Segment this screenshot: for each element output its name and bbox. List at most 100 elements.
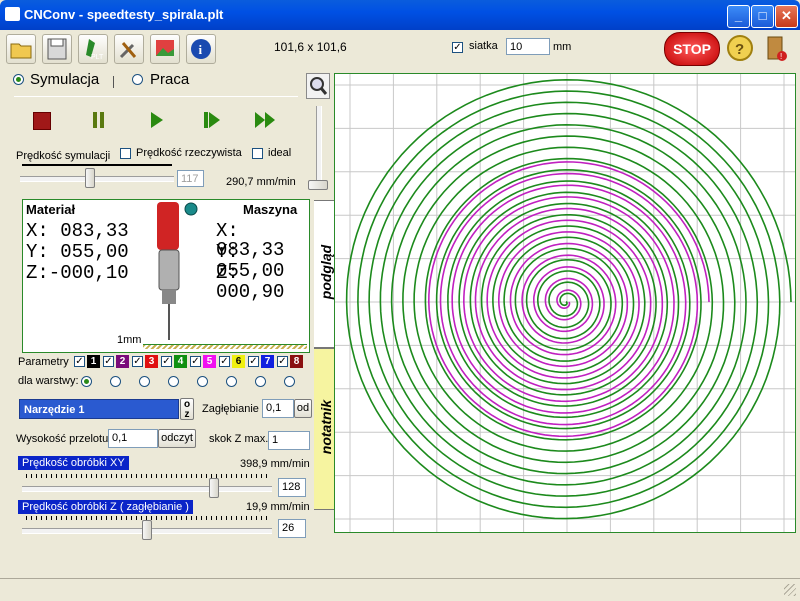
layer-1-color[interactable]: 1 [87, 355, 100, 368]
layer-4-radio[interactable] [168, 376, 179, 387]
layer-3-checkbox[interactable]: ✓ [132, 356, 143, 367]
layer-8-color[interactable]: 8 [290, 355, 303, 368]
stop-sim-button[interactable] [33, 112, 51, 130]
title-bar: CNConv - speedtesty_spirala.plt _ □ ✕ [0, 0, 800, 30]
feed-z-thumb[interactable] [142, 520, 152, 540]
tab-preview-label: podgląd [318, 244, 334, 300]
close-button[interactable]: ✕ [775, 5, 798, 28]
work-label[interactable]: Praca [150, 71, 189, 88]
layer-3-radio[interactable] [139, 376, 150, 387]
maximize-button[interactable]: □ [751, 5, 774, 28]
height-input[interactable]: 0,1 [108, 429, 158, 448]
info-icon[interactable]: i [186, 34, 216, 64]
tab-notes[interactable]: notatnik [314, 348, 335, 510]
tools-icon[interactable] [114, 34, 144, 64]
layer-2-radio[interactable] [110, 376, 121, 387]
sim-speed-thumb[interactable] [85, 168, 95, 188]
play-button[interactable] [150, 112, 164, 128]
feed-z-label: Prędkość obróbki Z ( zagłębianie ) [18, 500, 193, 514]
depth-label: Zagłębianie [202, 403, 259, 415]
depth-od-button[interactable]: od [294, 399, 312, 418]
tool-name: Narzędzie 1 [24, 404, 85, 416]
zoom-button[interactable] [306, 73, 330, 99]
layer-6-checkbox[interactable]: ✓ [219, 356, 230, 367]
layer-6-radio[interactable] [226, 376, 237, 387]
simulation-radio[interactable] [13, 74, 24, 85]
ideal-checkbox[interactable] [252, 148, 263, 159]
layer-6-color[interactable]: 6 [232, 355, 245, 368]
layer-8-radio[interactable] [284, 376, 295, 387]
svg-text:i: i [199, 42, 203, 57]
feed-z-value: 26 [278, 519, 306, 538]
fast-forward-button[interactable] [254, 112, 276, 128]
zoom-slider[interactable] [308, 104, 328, 190]
ideal-label: ideal [268, 147, 292, 159]
layer-7-checkbox[interactable]: ✓ [248, 356, 259, 367]
feed-z-slider[interactable] [22, 514, 272, 540]
depth-input[interactable]: 0,1 [262, 399, 294, 418]
pause-bar-left [93, 112, 97, 128]
layer-5-radio[interactable] [197, 376, 208, 387]
layer-5-color[interactable]: 5 [203, 355, 216, 368]
zoom-thumb[interactable] [308, 180, 328, 190]
material-y: Y: 055,00 [26, 241, 129, 263]
height-read-button[interactable]: odczyt [158, 429, 196, 448]
tab-preview[interactable]: podgląd [314, 200, 335, 348]
skok-input[interactable]: 1 [268, 431, 310, 450]
height-label: Wysokość przelotu [16, 433, 109, 445]
save-icon[interactable] [42, 34, 72, 64]
feed-xy-value: 128 [278, 478, 306, 497]
svg-text:!: ! [780, 52, 782, 61]
sim-speed-slider[interactable] [20, 164, 174, 188]
work-radio[interactable] [132, 74, 143, 85]
preview-canvas[interactable] [334, 73, 796, 533]
layer-8-checkbox[interactable]: ✓ [277, 356, 288, 367]
feed-xy-thumb[interactable] [209, 478, 219, 498]
help-icon[interactable]: ? [726, 34, 754, 62]
pause-button[interactable] [92, 112, 106, 128]
layer-7-radio[interactable] [255, 376, 266, 387]
sim-speed-track [20, 176, 174, 182]
stop-button[interactable]: STOP [664, 32, 720, 66]
grid-checkbox[interactable]: ✓ [452, 42, 463, 53]
layer-4-color[interactable]: 4 [174, 355, 187, 368]
real-speed-label: Prędkość rzeczywista [136, 147, 242, 159]
layer-7-color[interactable]: 7 [261, 355, 274, 368]
material-x: X: 083,33 [26, 220, 129, 242]
tool-oz-button[interactable]: o z [180, 398, 194, 420]
layer-1-checkbox[interactable]: ✓ [74, 356, 85, 367]
feed-xy-slider[interactable] [22, 472, 272, 498]
layer-3-color[interactable]: 3 [145, 355, 158, 368]
scale-label: 1mm [117, 334, 142, 346]
svg-text:?: ? [735, 41, 744, 58]
layer-1-radio[interactable] [81, 376, 92, 387]
real-speed-checkbox[interactable] [120, 148, 131, 159]
layer-2-checkbox[interactable]: ✓ [103, 356, 114, 367]
material-label: Materiał [26, 202, 76, 217]
skok-label: skok Z max. [209, 433, 269, 445]
feed-xy-readout: 398,9 mm/min [240, 458, 310, 470]
minimize-button[interactable]: _ [727, 5, 750, 28]
status-bar [0, 578, 800, 601]
grid-unit: mm [553, 41, 572, 53]
tool-select[interactable]: Narzędzie 1 [19, 399, 179, 419]
spiral-toolpath [335, 74, 795, 532]
machine-label: Maszyna [243, 202, 298, 217]
exit-door-icon[interactable]: ! [762, 34, 790, 62]
material-z: Z:-000,10 [26, 262, 129, 284]
open-folder-icon[interactable] [6, 34, 36, 64]
grid-label: siatka [469, 40, 498, 52]
oz-z: z [184, 409, 190, 420]
plt-import-icon[interactable]: PLT [78, 34, 108, 64]
layer-2-color[interactable]: 2 [116, 355, 129, 368]
material-surface [143, 344, 307, 349]
layer-4-checkbox[interactable]: ✓ [161, 356, 172, 367]
position-display: Materiał Maszyna X: 083,33 Y: 055,00 Z:-… [22, 199, 310, 353]
layer-5-checkbox[interactable]: ✓ [190, 356, 201, 367]
step-forward-button[interactable] [203, 112, 221, 128]
sim-feed-readout: 290,7 mm/min [226, 176, 296, 188]
resize-grip[interactable] [784, 584, 796, 596]
image-icon[interactable] [150, 34, 180, 64]
grid-size-input[interactable]: 10 [506, 38, 550, 55]
simulation-label[interactable]: Symulacja [30, 71, 99, 88]
